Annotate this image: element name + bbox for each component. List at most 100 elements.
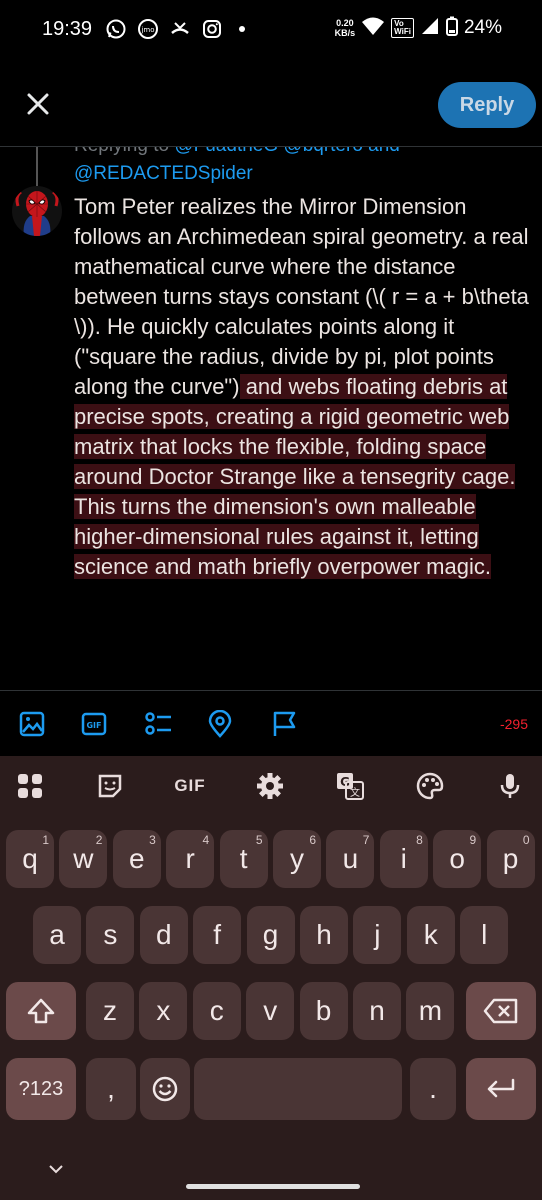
network-speed: 0.20 KB/s (334, 18, 356, 38)
emoji-key[interactable] (140, 1058, 190, 1120)
key-d[interactable]: d (139, 906, 188, 964)
enter-key[interactable] (466, 1058, 536, 1120)
key-number-hint: 0 (522, 833, 530, 847)
key-label: r (185, 843, 195, 874)
missed-call-icon (169, 18, 191, 40)
key-label: a (49, 919, 65, 950)
key-label: m (418, 995, 443, 1026)
notification-dot-icon (239, 26, 245, 32)
keyboard-collapse-icon[interactable] (48, 1160, 64, 1179)
microphone-icon[interactable] (494, 770, 526, 802)
status-bar: 19:39 jmo 0.20 KB/s Vo WiFi 24% (0, 0, 542, 64)
key-o[interactable]: o9 (433, 830, 482, 888)
whatsapp-icon (105, 18, 127, 40)
compose-text-over-limit: and webs floating debris at precise spot… (74, 374, 516, 579)
key-f[interactable]: f (193, 906, 242, 964)
close-button[interactable] (22, 88, 54, 120)
vowifi-badge: Vo WiFi (391, 18, 414, 38)
key-label: h (316, 919, 332, 950)
key-c[interactable]: c (192, 982, 241, 1040)
keyboard: GIF G文 ?123 , . q1w2e3r4t5y6u7i8o9p0asdf… (0, 756, 542, 1200)
battery-percentage: 24% (463, 17, 502, 38)
tweet-compose-text[interactable]: Tom Peter realizes the Mirror Dimension … (74, 192, 534, 582)
shift-key[interactable] (6, 982, 76, 1040)
emoji-smiley-icon (152, 1076, 178, 1102)
backspace-key[interactable] (466, 982, 536, 1040)
settings-gear-icon[interactable] (254, 770, 286, 802)
instagram-icon (201, 18, 223, 40)
translate-icon[interactable]: G文 (334, 770, 366, 802)
key-label: b (315, 995, 332, 1026)
signal-icon (420, 16, 440, 40)
key-p[interactable]: p0 (486, 830, 535, 888)
key-label: e (129, 843, 145, 874)
key-label: x (156, 995, 171, 1026)
header-divider (0, 146, 542, 147)
symbols-key[interactable]: ?123 (6, 1058, 76, 1120)
theme-palette-icon[interactable] (414, 770, 446, 802)
key-label: n (369, 995, 385, 1026)
key-m[interactable]: m (406, 982, 455, 1040)
image-icon[interactable] (18, 710, 48, 740)
sticker-icon[interactable] (94, 770, 126, 802)
apps-grid-icon[interactable] (14, 770, 46, 802)
key-number-hint: 6 (309, 833, 316, 847)
key-s[interactable]: s (86, 906, 135, 964)
key-number-hint: 2 (95, 833, 103, 847)
key-x[interactable]: x (139, 982, 188, 1040)
key-b[interactable]: b (299, 982, 348, 1040)
key-label: w (73, 843, 94, 874)
status-time: 19:39 (42, 18, 93, 40)
backspace-icon (483, 998, 518, 1024)
character-count: -295 (499, 716, 528, 732)
keyboard-toolbar: GIF G文 (0, 756, 542, 816)
key-label: p (502, 843, 519, 874)
key-y[interactable]: y6 (273, 830, 321, 888)
key-a[interactable]: a (33, 906, 81, 964)
key-label: c (209, 995, 224, 1026)
key-j[interactable]: j (353, 906, 402, 964)
key-u[interactable]: u7 (326, 830, 375, 888)
key-e[interactable]: e3 (112, 830, 161, 888)
poll-icon[interactable] (143, 710, 173, 740)
location-icon[interactable] (206, 709, 236, 740)
key-number-hint: 5 (255, 833, 263, 847)
key-i[interactable]: i8 (379, 830, 428, 888)
key-t[interactable]: t5 (219, 830, 268, 888)
key-r[interactable]: r4 (166, 830, 215, 888)
gesture-nav-bar[interactable] (186, 1184, 360, 1189)
thread-line (36, 146, 38, 186)
key-k[interactable]: k (406, 906, 455, 964)
key-w[interactable]: w2 (59, 830, 108, 888)
key-number-hint: 1 (42, 833, 49, 847)
key-l[interactable]: l (460, 906, 509, 964)
key-label: l (481, 919, 488, 950)
compose-text-within-limit: Tom Peter realizes the Mirror Dimension … (74, 194, 529, 399)
key-number-hint: 8 (416, 833, 423, 847)
key-h[interactable]: h (300, 906, 348, 964)
key-q[interactable]: q1 (6, 830, 54, 888)
key-label: j (374, 919, 381, 950)
header-overlay (74, 130, 534, 146)
battery-icon (445, 16, 458, 40)
flag-icon[interactable] (270, 710, 300, 740)
key-label: v (263, 995, 278, 1026)
key-number-hint: 7 (362, 833, 370, 847)
key-v[interactable]: v (246, 982, 295, 1040)
svg-text:文: 文 (350, 786, 360, 799)
key-n[interactable]: n (353, 982, 401, 1040)
reply-button[interactable]: Reply (438, 82, 536, 128)
gif-keyboard-button[interactable]: GIF (170, 770, 210, 802)
key-label: f (213, 919, 222, 950)
space-bar[interactable] (194, 1058, 402, 1120)
key-label: i (400, 843, 407, 874)
gif-icon[interactable]: GIF (80, 710, 110, 740)
key-z[interactable]: z (86, 982, 134, 1040)
replying-handle-2[interactable]: @REDACTEDSpider (74, 160, 534, 188)
key-label: u (342, 843, 359, 874)
key-g[interactable]: g (246, 906, 295, 964)
comma-key[interactable]: , (86, 1058, 136, 1120)
svg-text:jmo: jmo (140, 26, 154, 34)
key-label: k (423, 919, 438, 950)
period-key[interactable]: . (410, 1058, 456, 1120)
